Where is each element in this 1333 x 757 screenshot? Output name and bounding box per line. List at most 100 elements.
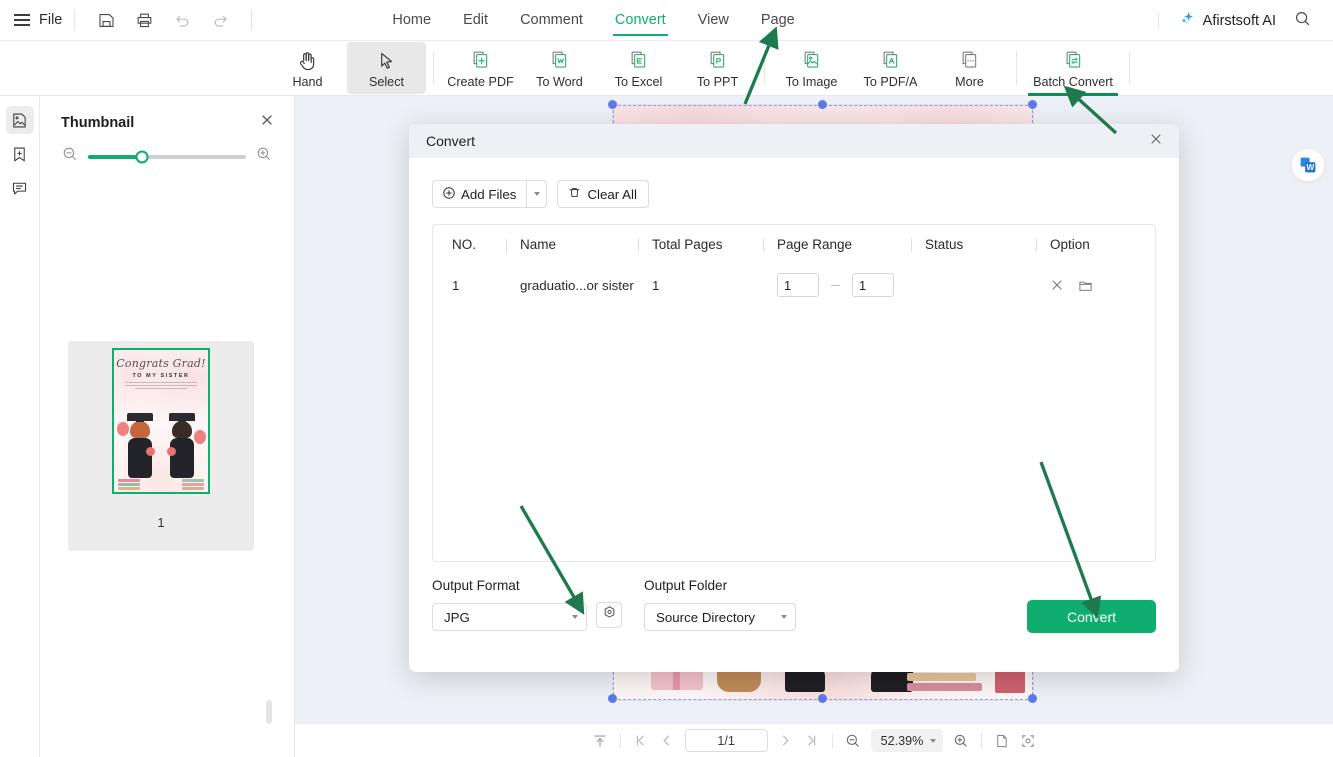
tab-page[interactable]: Page	[745, 0, 811, 41]
slider-knob[interactable]	[135, 150, 149, 163]
artwork-subhead: TO MY SISTER	[132, 373, 190, 379]
convert-button[interactable]: Convert	[1027, 600, 1156, 633]
convert-file-table: NO. Name Total Pages Page Range Status O…	[432, 224, 1156, 562]
zoom-in-icon[interactable]	[256, 146, 272, 167]
artwork-headline: Congrats Grad!	[116, 357, 206, 370]
divider	[1016, 51, 1017, 85]
artwork-grad-cap	[169, 413, 195, 422]
output-format-select[interactable]: JPG	[432, 603, 587, 631]
gear-icon	[602, 605, 617, 625]
prev-page-icon[interactable]	[654, 729, 680, 753]
column-header-total-pages: Total Pages	[652, 237, 777, 252]
add-files-dropdown-button[interactable]	[526, 180, 548, 208]
tool-select[interactable]: Select	[347, 42, 426, 94]
artwork-gown	[128, 438, 152, 478]
page-number-input[interactable]: 1/1	[684, 729, 768, 752]
fit-page-icon[interactable]	[587, 729, 613, 753]
clear-all-button[interactable]: Clear All	[557, 180, 649, 208]
convert-dialog-header: Convert	[409, 124, 1179, 158]
search-icon[interactable]	[1294, 10, 1311, 32]
tool-batch-convert[interactable]: Batch Convert	[1024, 42, 1122, 96]
thumbnail-page-card[interactable]: Congrats Grad! TO MY SISTER 1	[68, 341, 254, 551]
single-page-icon[interactable]	[989, 729, 1015, 753]
file-menu-label[interactable]: File	[39, 12, 62, 28]
tool-create-pdf[interactable]: Create PDF	[441, 42, 520, 94]
thumbnail-panel-title: Thumbnail	[61, 114, 135, 131]
thumbnail-page-preview[interactable]: Congrats Grad! TO MY SISTER	[112, 348, 210, 494]
output-format-group: Output Format JPG	[432, 578, 587, 631]
left-icon-rail	[0, 96, 40, 757]
close-icon[interactable]	[1149, 132, 1163, 151]
zoom-out-icon[interactable]	[62, 146, 78, 167]
page-range-to-input[interactable]	[852, 273, 894, 297]
comment-panel-icon[interactable]	[6, 174, 34, 202]
thumbnail-page-number: 1	[157, 515, 165, 530]
divider	[831, 733, 833, 748]
tab-edit[interactable]: Edit	[447, 0, 504, 41]
selection-handle[interactable]	[1028, 694, 1037, 703]
first-page-icon[interactable]	[628, 729, 654, 753]
table-row[interactable]: 1 graduatio...or sister 1	[433, 264, 1155, 306]
tool-hand[interactable]: Hand	[268, 42, 347, 94]
to-pdfa-icon	[878, 48, 903, 73]
slider-fill	[88, 154, 142, 159]
folder-icon[interactable]	[1078, 278, 1093, 293]
selection-handle[interactable]	[818, 694, 827, 703]
output-folder-group: Output Folder Source Directory	[644, 578, 796, 631]
divider	[1157, 11, 1159, 30]
tab-comment[interactable]: Comment	[504, 0, 599, 41]
artwork-balloon	[194, 430, 206, 444]
selection-handle[interactable]	[608, 100, 617, 109]
create-pdf-icon	[468, 48, 493, 73]
bookmark-panel-icon[interactable]	[6, 140, 34, 168]
close-icon[interactable]	[1050, 278, 1064, 292]
fit-screen-icon[interactable]	[1015, 729, 1041, 753]
close-icon[interactable]	[260, 113, 274, 132]
selection-handle[interactable]	[608, 694, 617, 703]
print-icon[interactable]	[131, 7, 157, 33]
to-word-icon	[547, 48, 572, 73]
output-folder-select[interactable]: Source Directory	[644, 603, 796, 631]
format-settings-button[interactable]	[596, 602, 622, 628]
redo-icon[interactable]	[207, 7, 233, 33]
thumbnail-panel-scrollbar[interactable]	[266, 700, 272, 724]
sparkle-icon	[1179, 10, 1196, 32]
menu-icon[interactable]	[14, 14, 30, 26]
tab-home[interactable]: Home	[376, 0, 447, 41]
cell-no: 1	[452, 277, 460, 293]
thumbnail-panel-icon[interactable]	[5, 106, 34, 134]
tool-more[interactable]: More	[930, 42, 1009, 94]
divider	[981, 733, 983, 748]
afirstsoft-ai-button[interactable]: Afirstsoft AI	[1179, 10, 1276, 32]
tool-to-image[interactable]: To Image	[772, 42, 851, 94]
tab-view[interactable]: View	[682, 0, 745, 41]
word-badge-icon[interactable]: W	[1291, 148, 1325, 182]
tool-to-word[interactable]: To Word	[520, 42, 599, 94]
zoom-out-icon[interactable]	[840, 729, 866, 753]
page-range-from-input[interactable]	[777, 273, 819, 297]
tool-to-excel[interactable]: To Excel	[599, 42, 678, 94]
plus-circle-icon	[442, 186, 456, 203]
zoom-in-icon[interactable]	[948, 729, 974, 753]
add-files-button[interactable]: Add Files	[432, 180, 527, 208]
convert-dialog-title: Convert	[426, 133, 476, 149]
batch-convert-icon	[1061, 48, 1086, 73]
divider	[764, 51, 765, 85]
divider	[433, 51, 434, 85]
tab-convert[interactable]: Convert	[599, 0, 682, 41]
tool-create-pdf-label: Create PDF	[447, 74, 514, 89]
tool-to-pdfa[interactable]: To PDF/A	[851, 42, 930, 94]
selection-handle[interactable]	[818, 100, 827, 109]
tool-to-ppt[interactable]: To PPT	[678, 42, 757, 94]
save-icon[interactable]	[93, 7, 119, 33]
artwork-text-lines	[125, 382, 197, 391]
column-header-status: Status	[925, 237, 1050, 252]
thumbnail-size-slider[interactable]	[88, 150, 246, 163]
column-header-name: Name	[520, 237, 652, 252]
thumbnail-zoom-row	[40, 132, 294, 167]
last-page-icon[interactable]	[799, 729, 825, 753]
zoom-level-select[interactable]: 52.39%	[870, 729, 944, 752]
undo-icon[interactable]	[169, 7, 195, 33]
selection-handle[interactable]	[1028, 100, 1037, 109]
next-page-icon[interactable]	[773, 729, 799, 753]
